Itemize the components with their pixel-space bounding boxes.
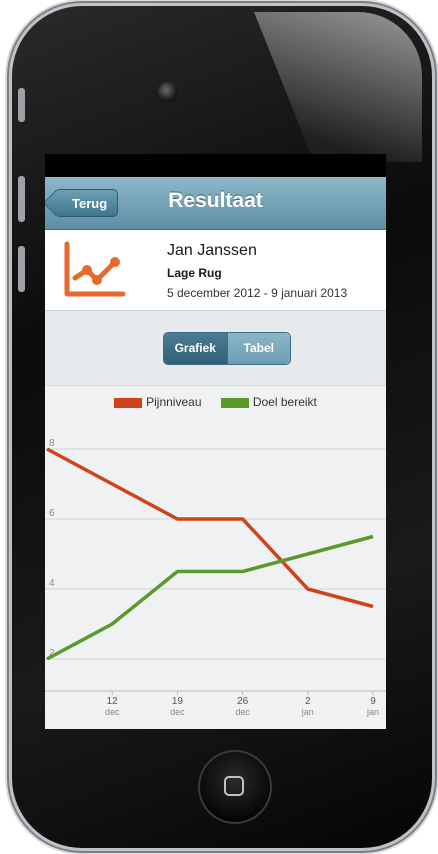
- y-tick-label: 8: [49, 438, 55, 449]
- volume-up-button: [18, 176, 25, 222]
- tab-grafiek[interactable]: Grafiek: [164, 333, 227, 364]
- series-line-goal: [46, 534, 374, 661]
- page-title: Resultaat: [168, 189, 263, 212]
- volume-down-button: [18, 246, 25, 292]
- home-button[interactable]: [198, 750, 272, 824]
- status-bar: [45, 154, 386, 177]
- navigation-bar: Terug Resultaat: [45, 177, 386, 230]
- tab-tabel[interactable]: Tabel: [226, 333, 290, 364]
- x-tick-label-day: 9: [370, 696, 376, 707]
- y-tick-label: 6: [49, 508, 55, 519]
- x-tick-label-month: dec: [235, 707, 250, 717]
- date-range: 5 december 2012 - 9 januari 2013: [167, 286, 348, 300]
- x-tick-label-day: 19: [172, 696, 184, 707]
- y-tick-label: 4: [49, 578, 55, 589]
- series-line-pain: [46, 447, 374, 609]
- chart-container: Pijnniveau Doel bereikt 2 4 6 8 12 dec 19 dec 26…: [45, 385, 386, 729]
- patient-name: Jan Janssen: [167, 242, 257, 259]
- x-tick-label-day: 2: [305, 696, 311, 707]
- x-tick-label-day: 12: [107, 696, 119, 707]
- line-chart-icon: [64, 241, 126, 297]
- line-chart[interactable]: 246812dec19dec26dec2jan9jan: [45, 386, 386, 729]
- home-square-icon: [224, 776, 244, 796]
- x-tick-label-month: dec: [105, 707, 120, 717]
- screen-glare: [254, 12, 422, 162]
- body-area: Lage Rug: [167, 266, 222, 280]
- x-tick-label-month: jan: [366, 707, 379, 717]
- front-camera: [158, 82, 178, 102]
- view-segmented-control: Grafiek Tabel: [163, 332, 291, 365]
- app-screen: Terug Resultaat Jan Janssen Lage Rug 5 d…: [45, 154, 386, 729]
- x-tick-label-month: dec: [170, 707, 185, 717]
- x-tick-label-day: 26: [237, 696, 249, 707]
- patient-info: Jan Janssen Lage Rug 5 december 2012 - 9…: [45, 230, 386, 311]
- mute-switch: [18, 88, 25, 122]
- x-tick-label-month: jan: [301, 707, 314, 717]
